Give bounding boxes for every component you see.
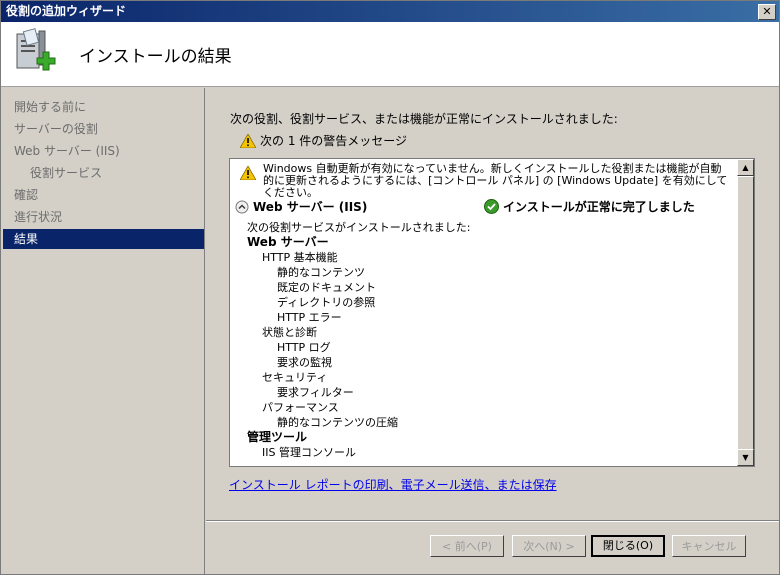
list-item: IIS 管理コンソール xyxy=(262,446,356,459)
results-box: Windows 自動更新が有効になっていません。新しくインストールした役割または… xyxy=(229,158,755,467)
warning-summary: 次の 1 件の警告メッセージ xyxy=(239,132,408,149)
nav-item-results[interactable]: 結果 xyxy=(3,229,204,249)
section-header-web-server[interactable]: Web サーバー (IIS) xyxy=(235,198,367,215)
nav-item-confirmation[interactable]: 確認 xyxy=(3,185,204,205)
collapse-chevron-icon[interactable] xyxy=(235,200,249,214)
section-title: Web サーバー (IIS) xyxy=(253,200,368,214)
nav-item-role-services[interactable]: 役割サービス xyxy=(3,163,204,183)
nav-item-progress[interactable]: 進行状況 xyxy=(3,207,204,227)
list-item: パフォーマンス xyxy=(262,401,339,414)
server-add-icon xyxy=(16,28,56,71)
results-scrollbar[interactable]: ▲ ▼ xyxy=(737,159,754,466)
nav-item-web-server[interactable]: Web サーバー (IIS) xyxy=(3,141,204,161)
page-title: インストールの結果 xyxy=(79,47,232,67)
list-item: ディレクトリの参照 xyxy=(277,296,376,309)
footer-divider xyxy=(206,520,779,522)
list-item: セキュリティ xyxy=(262,371,328,384)
section-status: インストールが正常に完了しました xyxy=(484,198,695,215)
auto-update-warning: Windows 自動更新が有効になっていません。新しくインストールした役割または… xyxy=(240,163,730,199)
title-bar[interactable]: 役割の追加ウィザード ✕ xyxy=(1,1,779,22)
list-item: 要求フィルター xyxy=(277,386,354,399)
results-content: Windows 自動更新が有効になっていません。新しくインストールした役割または… xyxy=(230,159,736,466)
list-item: 管理ツール xyxy=(247,430,308,444)
wizard-header: インストールの結果 xyxy=(1,22,779,87)
scroll-down-button[interactable]: ▼ xyxy=(737,449,754,466)
intro-text: 次の役割、役割サービス、または機能が正常にインストールされました: xyxy=(230,112,618,126)
list-item: 要求の監視 xyxy=(277,356,332,369)
installed-services-list: 次の役割サービスがインストールされました: Web サーバー HTTP 基本機能… xyxy=(247,220,471,460)
list-item: HTTP 基本機能 xyxy=(262,251,338,264)
list-item: 状態と診断 xyxy=(262,326,317,339)
warning-summary-text: 次の 1 件の警告メッセージ xyxy=(260,134,408,148)
wizard-window: 役割の追加ウィザード ✕ インストールの結果 開始する前に サーバーの役割 We… xyxy=(0,0,780,575)
scroll-up-button[interactable]: ▲ xyxy=(737,159,754,176)
prev-button[interactable]: < 前へ(P) xyxy=(430,535,504,557)
nav-item-server-roles[interactable]: サーバーの役割 xyxy=(3,119,204,139)
print-email-save-report-link[interactable]: インストール レポートの印刷、電子メール送信、または保存 xyxy=(229,476,557,493)
warning-icon xyxy=(239,133,257,149)
close-button[interactable]: 閉じる(O) xyxy=(591,535,665,557)
success-check-icon xyxy=(484,199,499,214)
list-item: HTTP エラー xyxy=(277,311,342,324)
close-window-button[interactable]: ✕ xyxy=(758,4,776,20)
list-item: 既定のドキュメント xyxy=(277,281,376,294)
nav-item-before-you-begin[interactable]: 開始する前に xyxy=(3,97,204,117)
content-pane: 次の役割、役割サービス、または機能が正常にインストールされました: 次の 1 件… xyxy=(206,88,779,574)
next-button[interactable]: 次へ(N) > xyxy=(512,535,586,557)
list-item: 静的なコンテンツの圧縮 xyxy=(277,416,398,429)
warning-icon xyxy=(240,166,256,180)
auto-update-warning-text: Windows 自動更新が有効になっていません。新しくインストールした役割または… xyxy=(263,162,728,199)
cancel-button[interactable]: キャンセル xyxy=(672,535,746,557)
list-item: 次の役割サービスがインストールされました: xyxy=(247,221,471,234)
list-item: 静的なコンテンツ xyxy=(277,266,365,279)
window-title: 役割の追加ウィザード xyxy=(6,4,127,18)
list-item: Web サーバー xyxy=(247,235,329,249)
scroll-thumb[interactable] xyxy=(737,176,754,450)
wizard-nav: 開始する前に サーバーの役割 Web サーバー (IIS) 役割サービス 確認 … xyxy=(3,88,205,574)
section-status-text: インストールが正常に完了しました xyxy=(503,200,695,214)
list-item: HTTP ログ xyxy=(277,341,331,354)
